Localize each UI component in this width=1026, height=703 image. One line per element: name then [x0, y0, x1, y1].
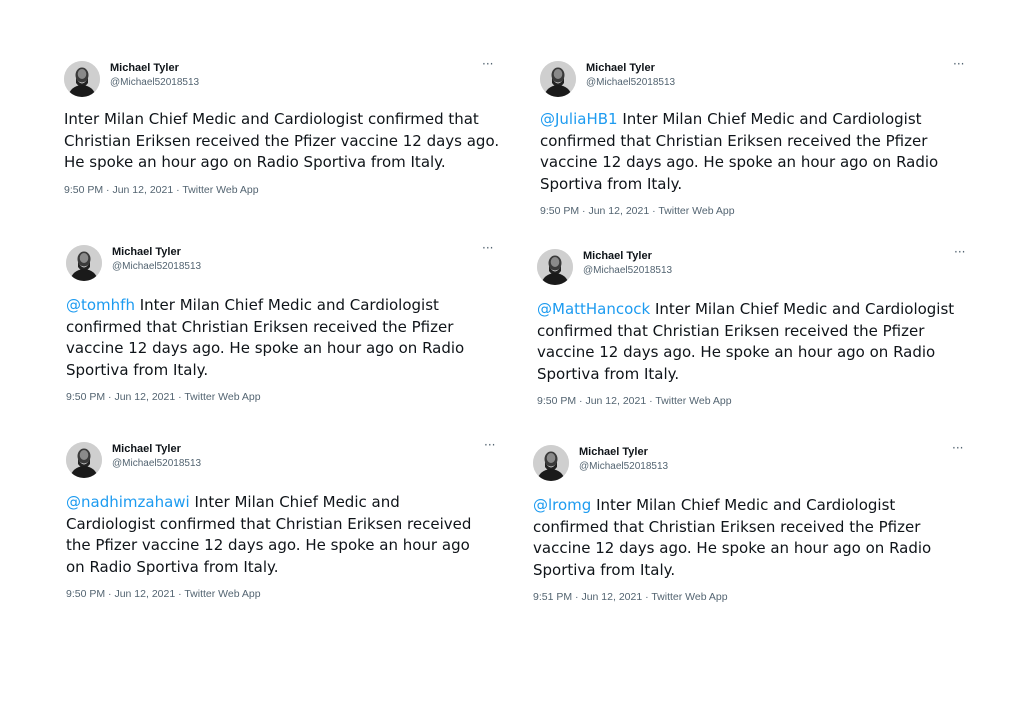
- author-handle[interactable]: @Michael52018513: [579, 460, 668, 473]
- separator: ·: [579, 395, 583, 407]
- tweet-card: Michael Tyler @Michael52018513 ··· @Juli…: [540, 57, 970, 218]
- more-options-icon[interactable]: ···: [952, 441, 963, 455]
- tweet-header: Michael Tyler @Michael52018513 ···: [540, 57, 970, 101]
- tweet-text: @nadhimzahawi Inter Milan Chief Medic an…: [66, 492, 491, 578]
- mention-link[interactable]: @MattHancock: [537, 300, 650, 318]
- tweet-meta: 9:50 PM · Jun 12, 2021 · Twitter Web App: [64, 184, 504, 197]
- more-options-icon[interactable]: ···: [954, 245, 965, 259]
- more-options-icon[interactable]: ···: [953, 57, 964, 71]
- avatar-portrait-icon: [533, 445, 569, 481]
- avatar[interactable]: [533, 445, 569, 481]
- tweet-card: Michael Tyler @Michael52018513 ··· @lrom…: [533, 441, 969, 604]
- author-name[interactable]: Michael Tyler: [112, 442, 181, 456]
- tweet-source[interactable]: Twitter Web App: [184, 391, 260, 403]
- more-options-icon[interactable]: ···: [484, 438, 495, 452]
- tweet-text-content: Inter Milan Chief Medic and Cardiologist…: [533, 496, 932, 579]
- tweet-source[interactable]: Twitter Web App: [655, 395, 731, 407]
- tweet-meta: 9:51 PM · Jun 12, 2021 · Twitter Web App: [533, 591, 969, 604]
- author-handle[interactable]: @Michael52018513: [583, 264, 672, 277]
- tweet-card: Michael Tyler @Michael52018513 ··· Inter…: [64, 57, 504, 197]
- mention-link[interactable]: @tomhfh: [66, 296, 135, 314]
- separator: ·: [652, 205, 656, 217]
- separator: ·: [575, 591, 579, 603]
- tweet-date[interactable]: Jun 12, 2021: [112, 184, 173, 196]
- author-name[interactable]: Michael Tyler: [112, 245, 181, 259]
- tweet-source[interactable]: Twitter Web App: [184, 588, 260, 600]
- tweet-card: Michael Tyler @Michael52018513 ··· @nadh…: [66, 438, 506, 601]
- tweet-date[interactable]: Jun 12, 2021: [114, 588, 175, 600]
- tweet-text: @JuliaHB1 Inter Milan Chief Medic and Ca…: [540, 109, 960, 195]
- tweet-date[interactable]: Jun 12, 2021: [585, 395, 646, 407]
- avatar-portrait-icon: [64, 61, 100, 97]
- avatar[interactable]: [66, 442, 102, 478]
- avatar[interactable]: [64, 61, 100, 97]
- separator: ·: [176, 183, 180, 196]
- more-options-icon[interactable]: ···: [482, 241, 493, 255]
- avatar[interactable]: [540, 61, 576, 97]
- tweet-header: Michael Tyler @Michael52018513 ···: [64, 57, 504, 101]
- avatar-portrait-icon: [66, 442, 102, 478]
- tweet-header: Michael Tyler @Michael52018513 ···: [537, 245, 969, 289]
- separator: ·: [178, 588, 182, 600]
- tweet-header: Michael Tyler @Michael52018513 ···: [66, 438, 506, 482]
- tweet-source[interactable]: Twitter Web App: [658, 205, 734, 217]
- avatar-portrait-icon: [66, 245, 102, 281]
- tweet-date[interactable]: Jun 12, 2021: [581, 591, 642, 603]
- tweet-source[interactable]: Twitter Web App: [182, 184, 258, 196]
- author-name[interactable]: Michael Tyler: [583, 249, 652, 263]
- avatar[interactable]: [537, 249, 573, 285]
- mention-link[interactable]: @nadhimzahawi: [66, 493, 190, 511]
- tweet-date[interactable]: Jun 12, 2021: [114, 391, 175, 403]
- tweet-time[interactable]: 9:50 PM: [540, 205, 579, 217]
- tweet-header: Michael Tyler @Michael52018513 ···: [66, 241, 506, 285]
- mention-link[interactable]: @lromg: [533, 496, 591, 514]
- tweet-text: @MattHancock Inter Milan Chief Medic and…: [537, 299, 962, 385]
- tweet-meta: 9:50 PM · Jun 12, 2021 · Twitter Web App: [537, 395, 969, 408]
- tweet-meta: 9:50 PM · Jun 12, 2021 · Twitter Web App: [540, 205, 970, 218]
- author-handle[interactable]: @Michael52018513: [112, 457, 201, 470]
- tweet-time[interactable]: 9:50 PM: [66, 588, 105, 600]
- tweet-text-content: Inter Milan Chief Medic and Cardiologist…: [64, 110, 500, 171]
- tweet-text: Inter Milan Chief Medic and Cardiologist…: [64, 109, 504, 174]
- avatar[interactable]: [66, 245, 102, 281]
- separator: ·: [645, 591, 649, 603]
- tweet-card: Michael Tyler @Michael52018513 ··· @tomh…: [66, 241, 506, 404]
- tweet-text: @tomhfh Inter Milan Chief Medic and Card…: [66, 295, 486, 381]
- avatar-portrait-icon: [537, 249, 573, 285]
- author-handle[interactable]: @Michael52018513: [586, 76, 675, 89]
- separator: ·: [649, 395, 653, 407]
- tweet-date[interactable]: Jun 12, 2021: [588, 205, 649, 217]
- mention-link[interactable]: @JuliaHB1: [540, 110, 618, 128]
- separator: ·: [108, 588, 112, 600]
- author-name[interactable]: Michael Tyler: [579, 445, 648, 459]
- tweet-time[interactable]: 9:50 PM: [537, 395, 576, 407]
- separator: ·: [106, 183, 110, 196]
- avatar-portrait-icon: [540, 61, 576, 97]
- tweet-time[interactable]: 9:50 PM: [64, 184, 103, 196]
- separator: ·: [582, 205, 586, 217]
- tweet-text: @lromg Inter Milan Chief Medic and Cardi…: [533, 495, 953, 581]
- separator: ·: [108, 391, 112, 403]
- author-handle[interactable]: @Michael52018513: [112, 260, 201, 273]
- tweet-source[interactable]: Twitter Web App: [651, 591, 727, 603]
- author-name[interactable]: Michael Tyler: [586, 61, 655, 75]
- author-handle[interactable]: @Michael52018513: [110, 76, 199, 89]
- tweet-card: Michael Tyler @Michael52018513 ··· @Matt…: [537, 245, 969, 408]
- tweet-meta: 9:50 PM · Jun 12, 2021 · Twitter Web App: [66, 588, 506, 601]
- tweet-time[interactable]: 9:51 PM: [533, 591, 572, 603]
- separator: ·: [178, 391, 182, 403]
- more-options-icon[interactable]: ···: [482, 57, 493, 71]
- tweet-time[interactable]: 9:50 PM: [66, 391, 105, 403]
- tweet-header: Michael Tyler @Michael52018513 ···: [533, 441, 969, 485]
- author-name[interactable]: Michael Tyler: [110, 61, 179, 75]
- tweet-meta: 9:50 PM · Jun 12, 2021 · Twitter Web App: [66, 391, 506, 404]
